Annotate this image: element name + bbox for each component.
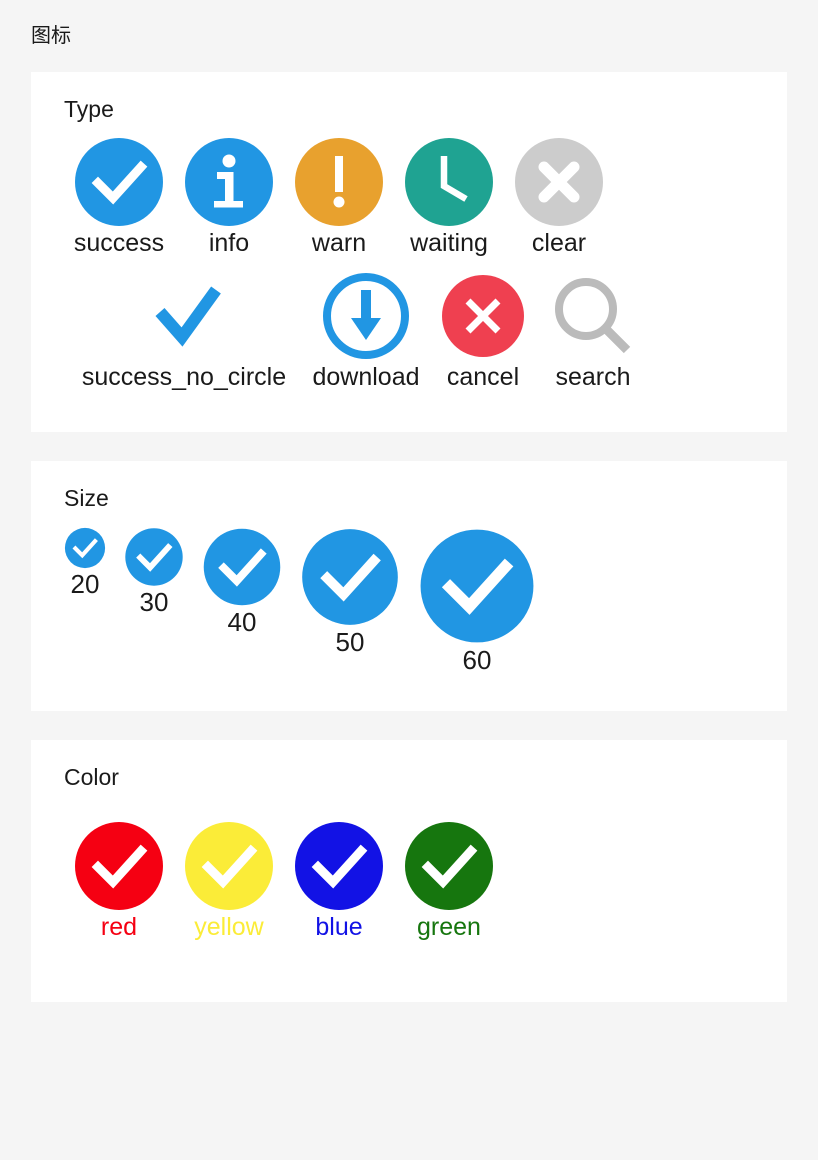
icon-label: search xyxy=(555,363,631,391)
icon-cell-download[interactable]: download xyxy=(304,270,428,392)
icon-cell-size-60[interactable]: 60 xyxy=(418,527,536,675)
type-section-card: Type success info warn waiting clear suc… xyxy=(31,72,787,432)
icon-cell-clear[interactable]: clear xyxy=(504,136,614,258)
icon-cell-search[interactable]: search xyxy=(538,270,648,392)
icon-label: 50 xyxy=(335,627,365,657)
icon-cell-color-red[interactable]: red xyxy=(64,820,174,942)
icon-label: success_no_circle xyxy=(81,363,287,391)
check-circle-icon[interactable] xyxy=(300,527,400,627)
icon-cell-color-green[interactable]: green xyxy=(394,820,504,942)
type-icon-row-1: success info warn waiting clear xyxy=(31,136,787,258)
section-title-size: Size xyxy=(64,485,109,511)
icon-cell-info[interactable]: info xyxy=(174,136,284,258)
icon-cell-size-40[interactable]: 40 xyxy=(202,527,282,637)
icon-cell-size-20[interactable]: 20 xyxy=(64,527,106,599)
icon-label: green xyxy=(417,913,481,941)
icon-label: yellow xyxy=(194,913,264,941)
icon-cell-color-yellow[interactable]: yellow xyxy=(174,820,284,942)
icon-cell-size-50[interactable]: 50 xyxy=(300,527,400,657)
check-circle-icon[interactable] xyxy=(202,527,282,607)
icon-label: clear xyxy=(531,229,587,257)
check-circle-icon[interactable] xyxy=(73,136,165,228)
icon-label: cancel xyxy=(446,363,520,391)
check-circle-icon[interactable] xyxy=(73,820,165,912)
icon-label: success xyxy=(73,229,165,257)
check-circle-icon[interactable] xyxy=(418,527,536,645)
icon-label: info xyxy=(208,229,250,257)
icon-label: blue xyxy=(315,913,363,941)
icon-label: 30 xyxy=(139,587,169,617)
size-section-card: Size 20 30 40 50 60 xyxy=(31,461,787,711)
page-title: 图标 xyxy=(31,25,71,47)
info-circle-icon[interactable] xyxy=(183,136,275,228)
icon-cell-success-no-circle[interactable]: success_no_circle xyxy=(64,270,304,392)
search-icon[interactable] xyxy=(547,270,639,362)
color-icon-row: red yellow blue green xyxy=(31,820,787,942)
section-title-color: Color xyxy=(64,764,119,790)
icon-cell-success[interactable]: success xyxy=(64,136,174,258)
check-circle-icon[interactable] xyxy=(293,820,385,912)
icon-label: 20 xyxy=(70,569,100,599)
cancel-circle-icon[interactable] xyxy=(437,270,529,362)
icon-cell-color-blue[interactable]: blue xyxy=(284,820,394,942)
download-circle-icon[interactable] xyxy=(320,270,412,362)
color-section-card: Color red yellow blue green xyxy=(31,740,787,1002)
icon-cell-size-30[interactable]: 30 xyxy=(124,527,184,617)
clock-circle-icon[interactable] xyxy=(403,136,495,228)
icon-label: red xyxy=(100,913,138,941)
check-circle-icon[interactable] xyxy=(64,527,106,569)
warning-circle-icon[interactable] xyxy=(293,136,385,228)
size-icon-row: 20 30 40 50 60 xyxy=(31,527,787,675)
type-icon-row-2: success_no_circle download cancel search xyxy=(31,270,787,392)
icon-label: 40 xyxy=(227,607,257,637)
check-circle-icon[interactable] xyxy=(183,820,275,912)
section-title-type: Type xyxy=(64,96,114,122)
icon-cell-warn[interactable]: warn xyxy=(284,136,394,258)
icon-label: warn xyxy=(311,229,367,257)
icon-cell-waiting[interactable]: waiting xyxy=(394,136,504,258)
clear-circle-icon[interactable] xyxy=(513,136,605,228)
check-circle-icon[interactable] xyxy=(124,527,184,587)
icon-label: waiting xyxy=(410,229,488,257)
check-icon[interactable] xyxy=(138,270,230,362)
icon-cell-cancel[interactable]: cancel xyxy=(428,270,538,392)
icon-label: 60 xyxy=(462,645,492,675)
icon-label: download xyxy=(312,363,420,391)
check-circle-icon[interactable] xyxy=(403,820,495,912)
